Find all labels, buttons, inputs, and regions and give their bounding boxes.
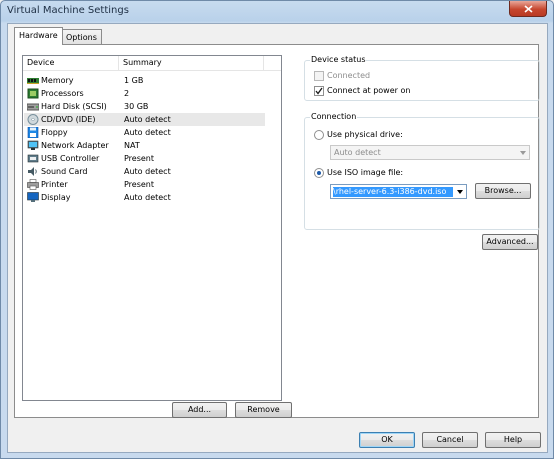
device-summary: 30 GB [124,102,149,111]
vm-settings-window: Virtual Machine Settings Hardware Option… [0,0,554,459]
usb-controller-icon [27,154,39,163]
connection-label: Connection [310,112,358,121]
device-summary: NAT [124,141,140,150]
device-name: Processors [41,89,84,98]
device-summary: Present [124,180,155,189]
close-button[interactable] [509,1,547,17]
browse-button[interactable]: Browse... [475,183,531,199]
radio-selected-dot [317,171,321,175]
dialog-client-area: Hardware Options Device Summary Memory 1… [7,23,548,453]
device-list[interactable]: Device Summary Memory 1 GB Processors 2 [22,55,282,401]
device-row-floppy[interactable]: Floppy Auto detect [24,126,265,139]
device-row-sound-card[interactable]: Sound Card Auto detect [24,165,265,178]
hard-disk-icon [27,103,39,111]
tab-options-label: Options [66,33,97,42]
floppy-icon [27,127,39,138]
device-name: Floppy [41,128,68,137]
printer-icon [27,179,39,190]
iso-path-combobox[interactable]: \rhel-server-6.3-i386-dvd.iso [330,184,467,199]
help-button[interactable]: Help [485,432,541,448]
connect-at-power-on-checkbox[interactable] [314,86,324,96]
checkmark-icon [315,87,323,95]
device-name: Printer [41,180,68,189]
device-status-group: Device status Connected Connect at power… [304,55,540,101]
device-status-label: Device status [310,55,367,64]
device-row-hard-disk[interactable]: Hard Disk (SCSI) 30 GB [24,100,265,113]
hardware-tab-page: Device Summary Memory 1 GB Processors 2 [14,44,540,418]
sound-card-icon [28,167,37,176]
network-adapter-icon [27,140,39,150]
device-name: Memory [41,76,74,85]
physical-drive-value: Auto detect [334,148,381,157]
use-physical-drive-radio[interactable] [314,130,324,140]
ok-button[interactable]: OK [359,432,415,448]
remove-button[interactable]: Remove [235,402,292,418]
device-name: Hard Disk (SCSI) [41,102,107,111]
device-row-usb-controller[interactable]: USB Controller Present [24,152,265,165]
add-button[interactable]: Add... [172,402,227,418]
advanced-button[interactable]: Advanced... [482,234,538,250]
column-header-device[interactable]: Device [27,58,54,67]
display-icon [27,192,39,202]
cd-dvd-icon [27,114,39,125]
window-title: Virtual Machine Settings [7,5,129,16]
use-physical-drive-label: Use physical drive: [327,130,403,139]
device-summary: 1 GB [124,76,144,85]
connected-label: Connected [327,71,371,80]
column-separator[interactable] [118,56,119,70]
memory-icon [27,78,39,84]
device-row-display[interactable]: Display Auto detect [24,191,265,204]
close-icon [523,4,533,13]
tab-hardware[interactable]: Hardware [14,27,63,45]
device-summary: Auto detect [124,193,171,202]
connected-checkbox[interactable] [314,71,324,81]
device-name: Network Adapter [41,141,109,150]
device-row-printer[interactable]: Printer Present [24,178,265,191]
device-name: Sound Card [41,167,88,176]
connection-group: Connection Use physical drive: Auto dete… [304,112,540,230]
device-name: CD/DVD (IDE) [41,115,96,124]
chevron-down-icon [520,151,526,155]
device-list-header: Device Summary [23,56,281,71]
device-summary: Auto detect [124,128,171,137]
device-row-cd-dvd[interactable]: CD/DVD (IDE) Auto detect [24,113,265,126]
device-row-memory[interactable]: Memory 1 GB [24,74,265,87]
device-row-processors[interactable]: Processors 2 [24,87,265,100]
tab-hardware-label: Hardware [19,31,58,40]
processor-icon [27,88,39,99]
device-summary: Auto detect [124,115,171,124]
tab-options[interactable]: Options [61,29,102,44]
device-summary: Auto detect [124,167,171,176]
column-header-summary[interactable]: Summary [123,58,162,67]
title-bar[interactable]: Virtual Machine Settings [1,1,553,23]
device-name: Display [41,193,71,202]
cancel-button[interactable]: Cancel [422,432,478,448]
use-iso-image-label: Use ISO image file: [327,168,404,177]
chevron-down-icon[interactable] [457,190,463,194]
device-name: USB Controller [41,154,100,163]
connect-at-power-on-label: Connect at power on [327,86,411,95]
use-iso-image-radio[interactable] [314,168,324,178]
iso-path-value[interactable]: \rhel-server-6.3-i386-dvd.iso [333,187,453,197]
device-summary: 2 [124,89,130,98]
device-row-network-adapter[interactable]: Network Adapter NAT [24,139,265,152]
physical-drive-select[interactable]: Auto detect [330,145,530,160]
column-separator[interactable] [263,56,264,70]
device-summary: Present [124,154,155,163]
